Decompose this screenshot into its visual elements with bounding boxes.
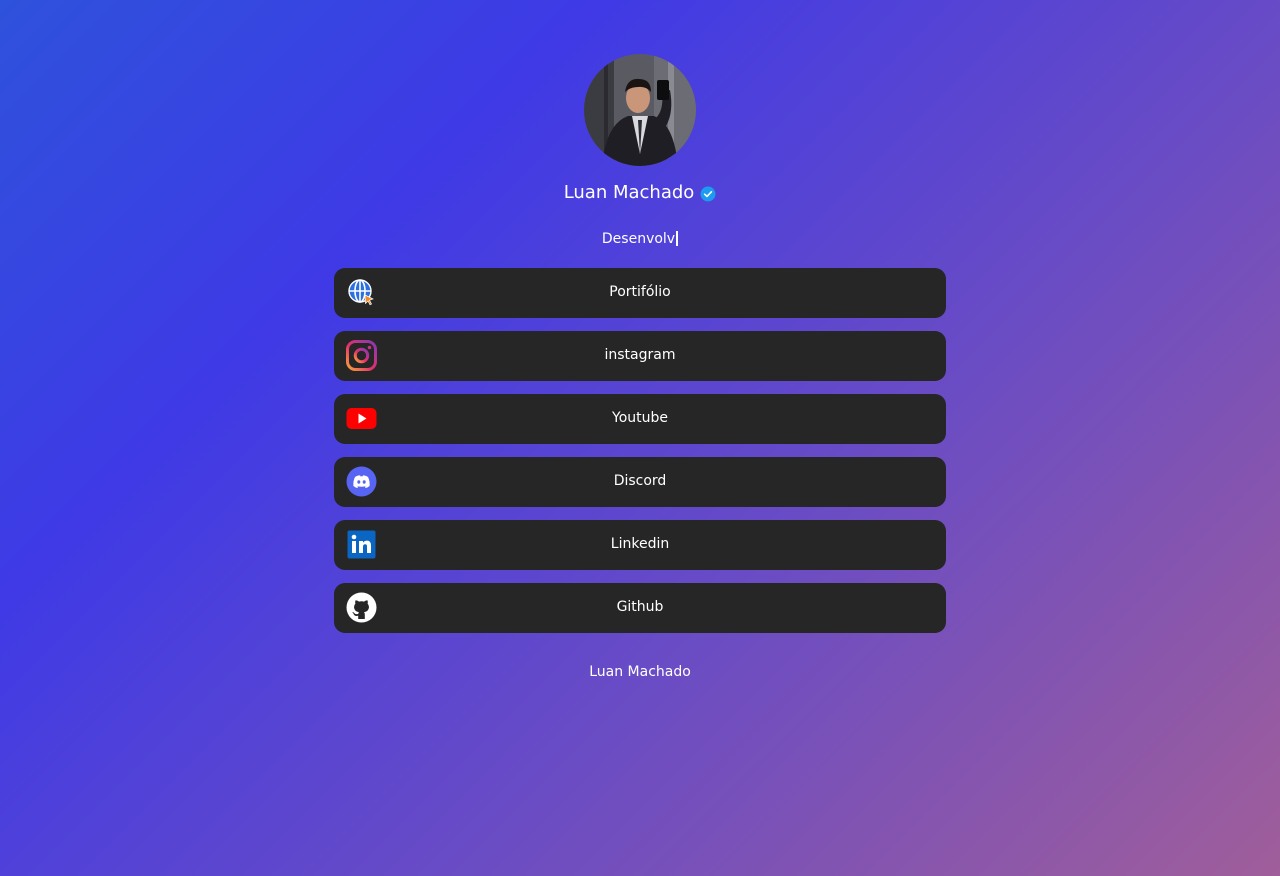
profile-photo	[584, 54, 696, 166]
youtube-icon	[346, 403, 377, 434]
github-icon	[346, 592, 377, 623]
profile-avatar	[584, 54, 696, 166]
link-instagram-label: instagram	[604, 346, 676, 363]
instagram-icon	[346, 340, 377, 371]
link-linkedin-button[interactable]: Linkedin	[334, 520, 946, 570]
profile-tagline: Desenvolv	[0, 230, 1280, 248]
link-discord-label: Discord	[613, 472, 667, 489]
link-linkedin-label: Linkedin	[610, 535, 670, 552]
link-portfolio-button[interactable]: Portifólio	[334, 268, 946, 318]
link-instagram-button[interactable]: instagram	[334, 331, 946, 381]
typing-caret	[676, 231, 679, 246]
links-list: Portifólio instagram Youtube Discord Lin…	[334, 268, 946, 646]
profile-name-row: Luan Machado	[0, 181, 1280, 205]
footer-name: Luan Machado	[589, 664, 691, 680]
globe-cursor-icon	[346, 277, 377, 308]
tagline-text: Desenvolv	[601, 231, 676, 247]
linkedin-icon	[346, 529, 377, 560]
link-portfolio-label: Portifólio	[609, 283, 671, 300]
profile-name: Luan Machado	[563, 182, 695, 203]
link-youtube-button[interactable]: Youtube	[334, 394, 946, 444]
link-discord-button[interactable]: Discord	[334, 457, 946, 507]
link-github-label: Github	[616, 598, 664, 615]
verified-badge-icon	[700, 186, 716, 202]
link-youtube-label: Youtube	[612, 409, 668, 426]
link-github-button[interactable]: Github	[334, 583, 946, 633]
discord-icon	[346, 466, 377, 497]
